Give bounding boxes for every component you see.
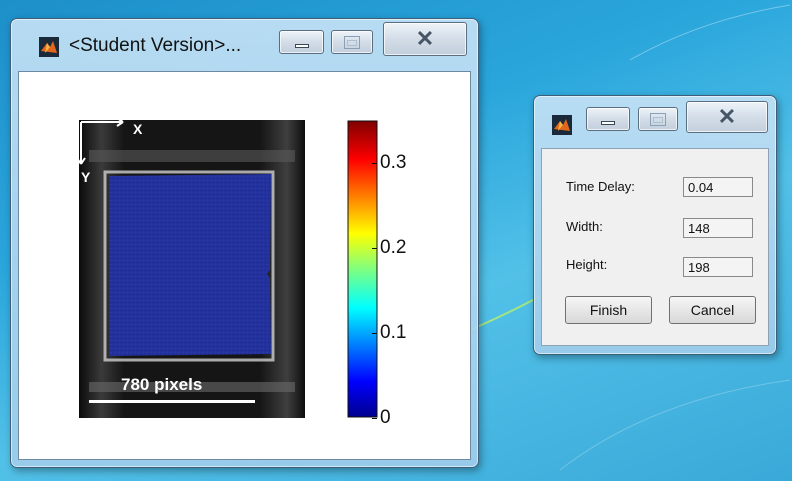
height-field[interactable]: 198 bbox=[683, 257, 753, 277]
close-icon: ✕ bbox=[717, 104, 737, 129]
width-label: Width: bbox=[566, 219, 603, 234]
figure-window[interactable]: <Student Version>... ✕ X Y 780 pixels 0.… bbox=[10, 18, 479, 468]
figure-minimize-button[interactable] bbox=[279, 30, 324, 54]
axis-y-label: Y bbox=[81, 169, 91, 185]
specimen-overlay bbox=[109, 174, 271, 356]
colorbar-tick-label: 0.1 bbox=[380, 322, 407, 343]
cancel-button[interactable]: Cancel bbox=[669, 296, 756, 324]
image-axes[interactable]: X Y 780 pixels bbox=[79, 120, 305, 418]
axis-x-label: X bbox=[133, 121, 143, 137]
dialog-close-button[interactable]: ✕ bbox=[686, 101, 768, 133]
time-delay-label: Time Delay: bbox=[566, 179, 635, 194]
height-label: Height: bbox=[566, 257, 608, 272]
dialog-maximize-button[interactable] bbox=[638, 107, 678, 131]
dialog-minimize-button[interactable] bbox=[586, 107, 630, 131]
figure-title: <Student Version>... bbox=[69, 35, 242, 56]
colorbar-gradient bbox=[347, 120, 378, 418]
figure-maximize-button[interactable] bbox=[331, 30, 373, 54]
colorbar-tick-mark bbox=[372, 333, 377, 334]
figure-canvas[interactable]: X Y 780 pixels 0.3 0.2 0.1 0 bbox=[18, 71, 471, 460]
parameters-dialog[interactable]: ✕ Time Delay: 0.04 Width: 148 Height: 19… bbox=[533, 95, 777, 355]
colorbar-tick-mark bbox=[372, 418, 377, 419]
colorbar-tick-mark bbox=[372, 163, 377, 164]
time-delay-field[interactable]: 0.04 bbox=[683, 177, 753, 197]
matlab-icon bbox=[552, 115, 572, 135]
dialog-body: Time Delay: 0.04 Width: 148 Height: 198 … bbox=[541, 148, 769, 346]
matlab-icon bbox=[39, 37, 59, 57]
scale-bar-label: 780 pixels bbox=[121, 375, 202, 394]
finish-button[interactable]: Finish bbox=[565, 296, 652, 324]
width-field[interactable]: 148 bbox=[683, 218, 753, 238]
colorbar-tick-label: 0.2 bbox=[380, 237, 407, 258]
close-icon: ✕ bbox=[415, 26, 435, 51]
colorbar-tick-label: 0 bbox=[380, 407, 391, 428]
minimize-icon bbox=[294, 44, 309, 48]
maximize-icon bbox=[650, 113, 666, 126]
colorbar-tick-label: 0.3 bbox=[380, 152, 407, 173]
dialog-titlebar[interactable]: ✕ bbox=[534, 96, 776, 144]
maximize-icon bbox=[344, 36, 360, 49]
figure-titlebar[interactable]: <Student Version>... ✕ bbox=[11, 19, 478, 67]
scale-bar bbox=[89, 400, 255, 403]
image-band-top bbox=[89, 150, 295, 162]
colorbar[interactable] bbox=[347, 120, 379, 418]
minimize-icon bbox=[601, 121, 615, 125]
colorbar-tick-mark bbox=[372, 248, 377, 249]
figure-close-button[interactable]: ✕ bbox=[383, 22, 467, 56]
